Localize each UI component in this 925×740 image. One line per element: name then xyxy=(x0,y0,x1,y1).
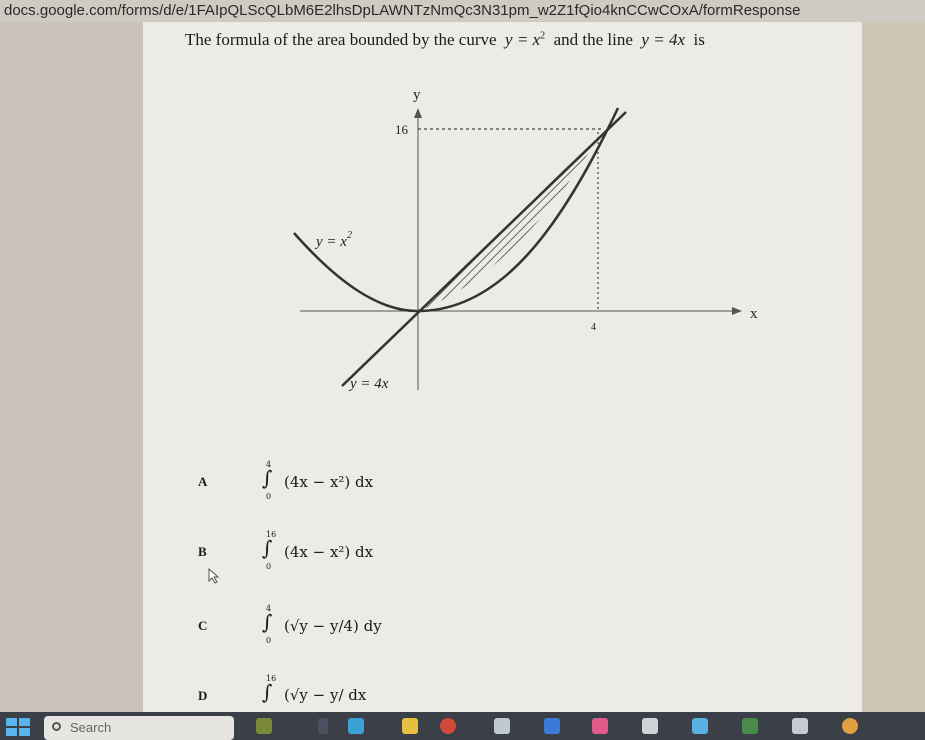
file-explorer-icon[interactable] xyxy=(402,718,418,734)
app-icon-2[interactable] xyxy=(642,718,658,734)
x-tick-label: 4 xyxy=(591,322,596,333)
x-axis-arrow xyxy=(732,307,742,315)
option-b-lower-limit: 0 xyxy=(266,562,272,571)
windows-start-icon[interactable] xyxy=(6,718,32,736)
mouse-cursor-icon xyxy=(208,568,220,584)
question-middle: and the line xyxy=(553,30,633,49)
app-icon-3[interactable] xyxy=(692,718,708,734)
integral-icon: ∫ xyxy=(262,680,273,704)
question-curve-exponent: 2 xyxy=(540,30,546,42)
option-a-letter[interactable]: A xyxy=(198,474,207,490)
curve-label: y = x2 xyxy=(314,230,352,250)
option-c-letter[interactable]: C xyxy=(198,618,207,634)
store-icon[interactable] xyxy=(494,718,510,734)
option-b-upper-limit: 16 xyxy=(266,530,277,539)
question-prefix: The formula of the area bounded by the c… xyxy=(185,30,497,49)
left-background xyxy=(0,22,143,712)
edge-browser-icon[interactable] xyxy=(348,718,364,734)
option-c-lower-limit: 0 xyxy=(266,636,272,645)
task-view-icon[interactable] xyxy=(318,718,328,734)
y-axis-label: y xyxy=(413,87,421,103)
app-icon-5[interactable] xyxy=(792,718,808,734)
chrome-icon[interactable] xyxy=(440,718,456,734)
option-b-expression[interactable]: (4x − x²) dx xyxy=(284,543,373,561)
app-icon-6[interactable] xyxy=(842,718,858,734)
area-graph: y x 16 4 y = x2 y = 4x xyxy=(293,87,758,392)
app-icon-4[interactable] xyxy=(742,718,758,734)
y-axis-arrow xyxy=(414,108,422,118)
integral-icon: ∫ xyxy=(262,536,273,560)
y-tick-label: 16 xyxy=(395,122,409,137)
x-axis-label: x xyxy=(750,306,758,322)
shaded-region xyxy=(418,135,600,311)
integral-icon: ∫ xyxy=(262,610,273,634)
search-icon xyxy=(52,722,61,731)
question-text: The formula of the area bounded by the c… xyxy=(185,30,705,50)
line-label: y = 4x xyxy=(348,376,389,392)
app-icon[interactable] xyxy=(592,718,608,734)
option-d-letter[interactable]: D xyxy=(198,688,207,704)
option-b-integral: 16 ∫ 0 xyxy=(262,530,276,571)
question-suffix: is xyxy=(693,30,705,49)
option-c-integral: 4 ∫ 0 xyxy=(262,604,273,645)
option-d-upper-limit: 16 xyxy=(266,674,277,683)
option-a-lower-limit: 0 xyxy=(266,492,272,501)
address-bar[interactable]: docs.google.com/forms/d/e/1FAIpQLScQLbM6… xyxy=(0,0,925,22)
option-d-expression[interactable]: (√y − y/ dx xyxy=(284,686,366,704)
line-y4x xyxy=(341,111,627,387)
option-d-integral: 16 ∫ xyxy=(262,674,276,704)
weather-icon[interactable] xyxy=(256,718,272,734)
option-c-expression[interactable]: (√y − y/4) dy xyxy=(284,617,382,635)
right-background xyxy=(862,22,925,712)
option-c-upper-limit: 4 xyxy=(266,604,272,613)
taskbar-search-placeholder: Search xyxy=(70,720,112,735)
taskbar-search[interactable]: Search xyxy=(44,716,234,740)
mail-icon[interactable] xyxy=(544,718,560,734)
question-curve: y = x xyxy=(505,30,541,49)
option-a-expression[interactable]: (4x − x²) dx xyxy=(284,473,373,491)
option-a-integral: 4 ∫ 0 xyxy=(262,460,273,501)
option-a-upper-limit: 4 xyxy=(266,460,272,469)
integral-icon: ∫ xyxy=(262,466,273,490)
question-line: y = 4x xyxy=(641,30,685,49)
option-b-letter[interactable]: B xyxy=(198,544,207,560)
